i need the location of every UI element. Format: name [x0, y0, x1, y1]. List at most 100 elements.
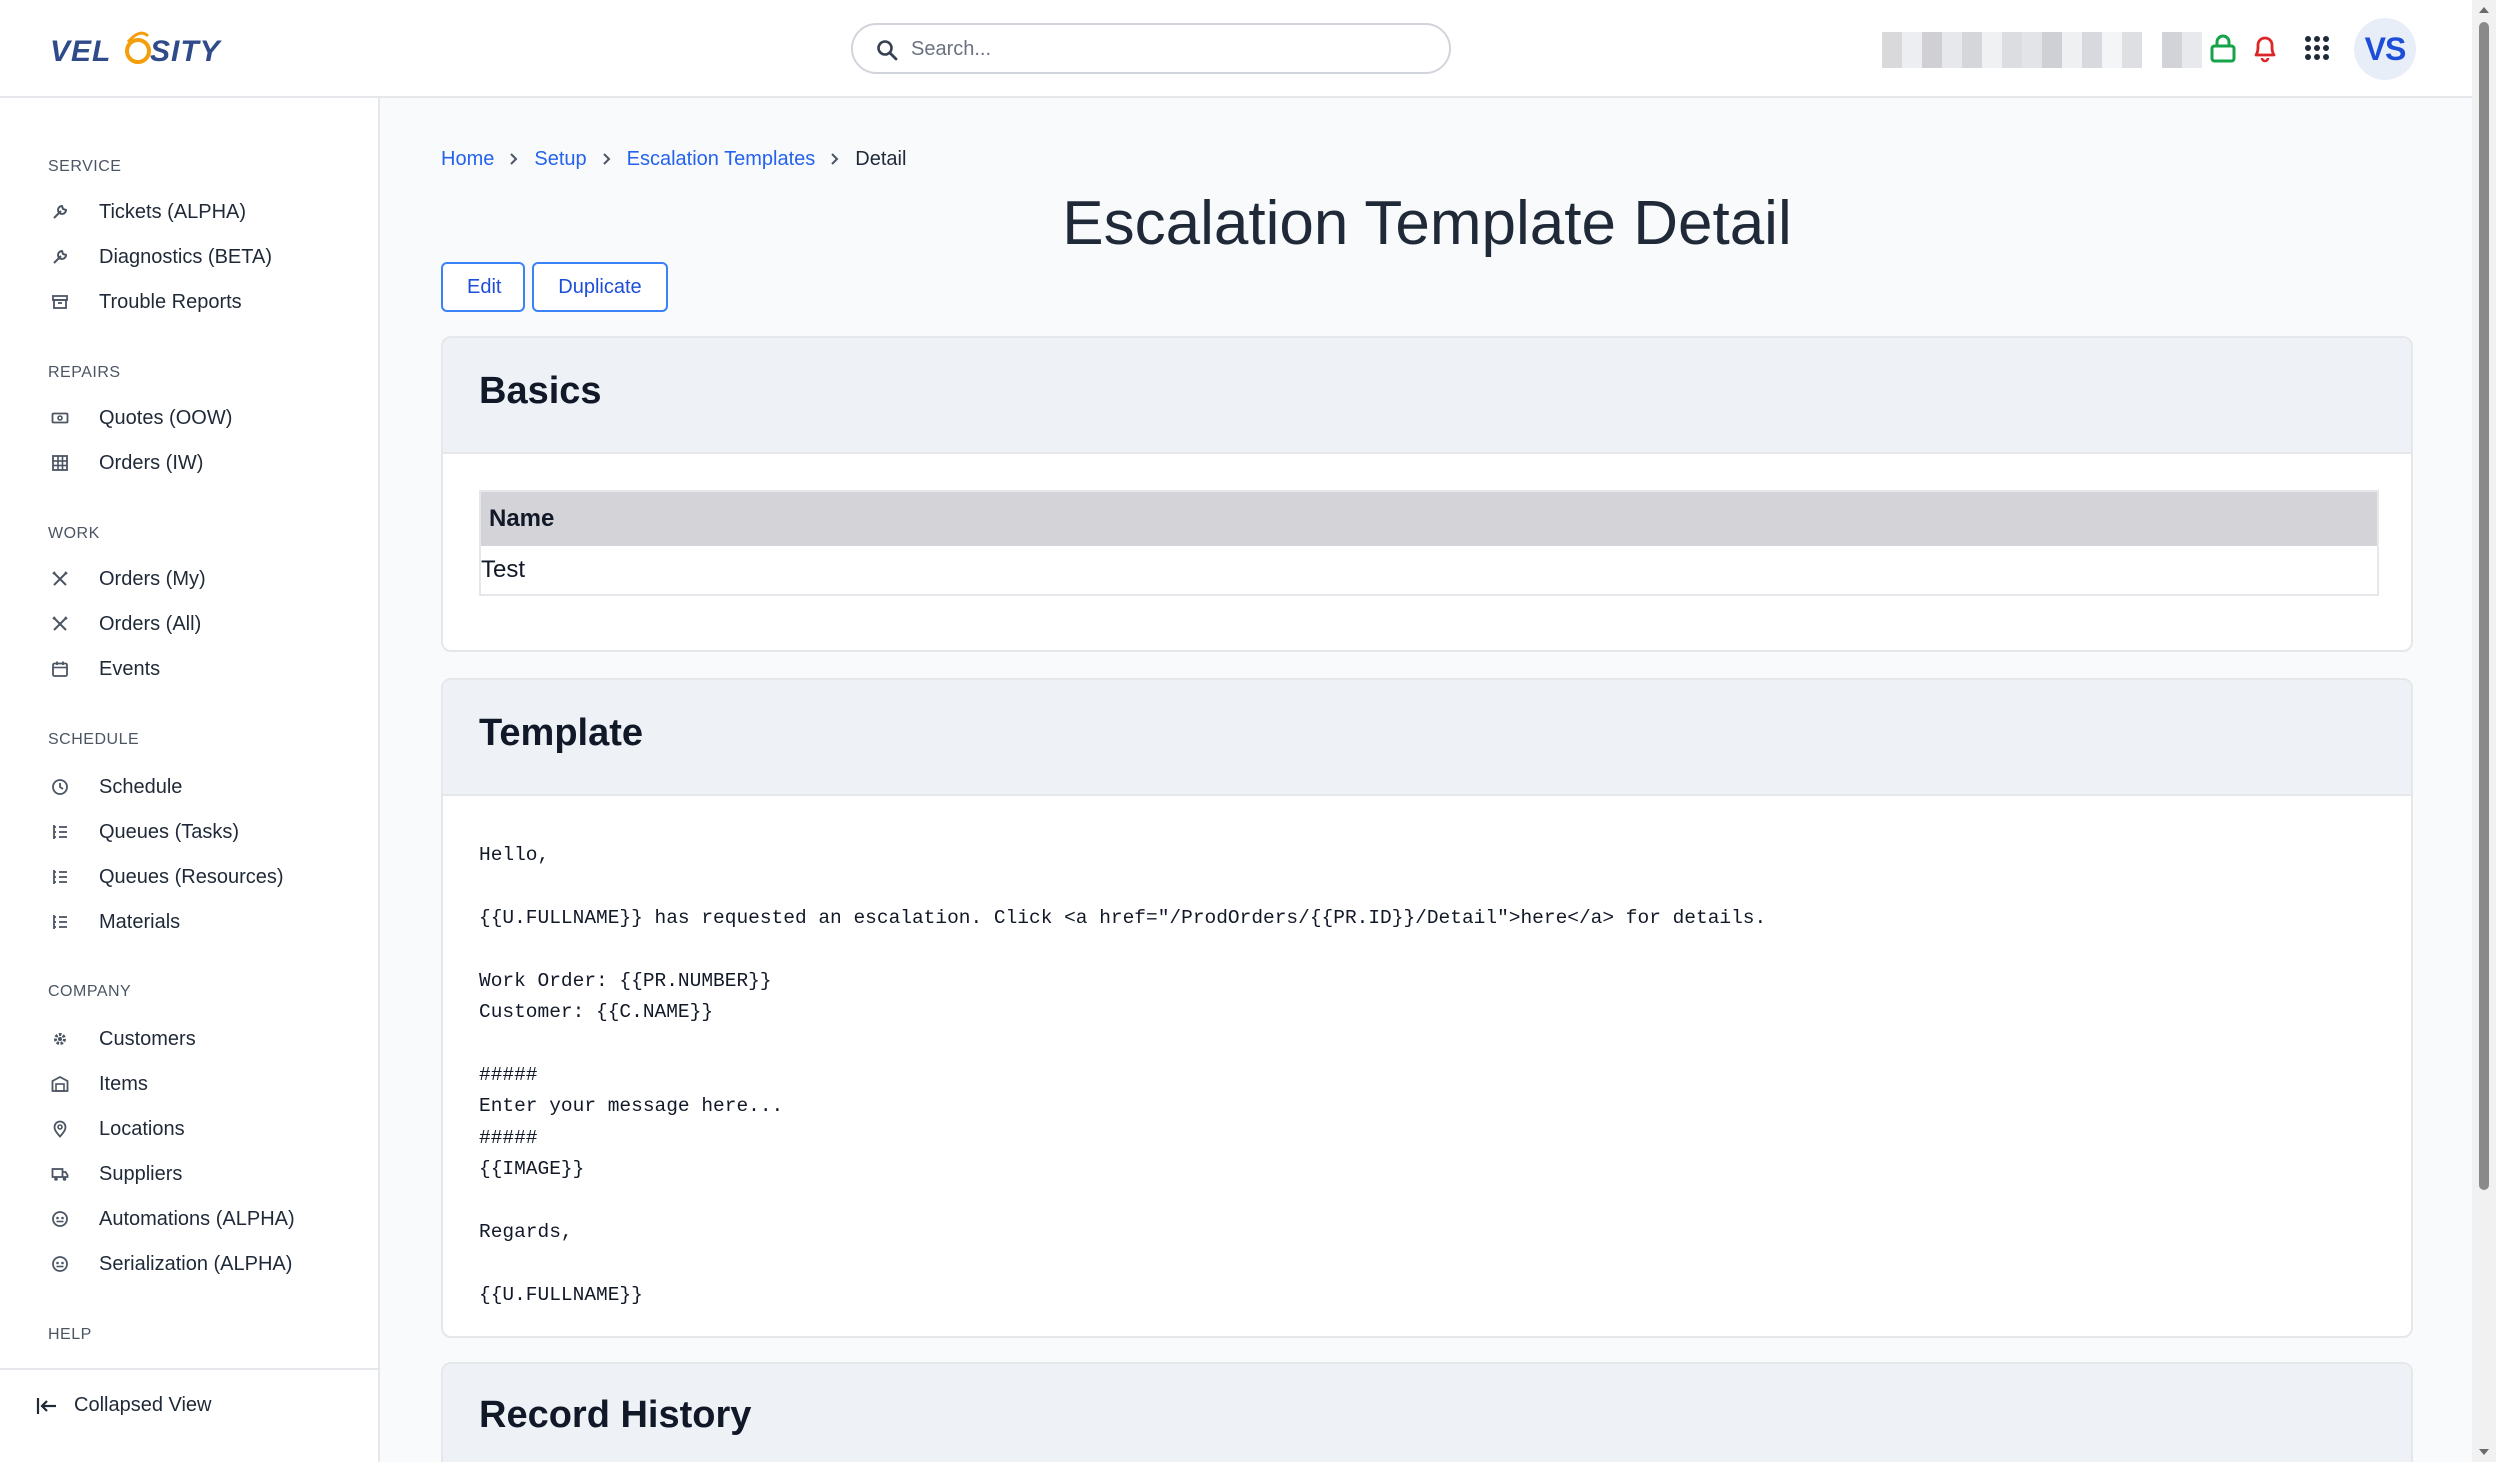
clock-icon	[48, 775, 72, 799]
collapsed-view-button[interactable]: Collapsed View	[36, 1394, 212, 1417]
search-icon	[877, 40, 898, 61]
breadcrumb-setup[interactable]: Setup	[534, 148, 586, 171]
section-heading: HELP	[48, 1326, 92, 1343]
sidebar-item-quotes[interactable]: Quotes (OOW)	[48, 398, 368, 438]
page-scrollbar[interactable]	[2472, 0, 2496, 1462]
sidebar-item-label: Suppliers	[99, 1162, 183, 1185]
breadcrumb-current: Detail	[855, 147, 907, 170]
sidebar-item-label: Materials	[99, 910, 181, 933]
sidebar-item-queues-resources[interactable]: Queues (Resources)	[48, 857, 368, 897]
wrench-icon	[48, 200, 72, 224]
name-column-header: Name	[481, 492, 2377, 546]
basics-card: Basics Name Test	[441, 336, 2413, 652]
bell-icon[interactable]	[2247, 30, 2283, 66]
section-heading: REPAIRS	[48, 364, 121, 381]
sidebar-item-label: Orders (IW)	[99, 451, 204, 474]
edit-button[interactable]: Edit	[441, 262, 525, 312]
cog-icon	[48, 1027, 72, 1051]
svg-text:SITY: SITY	[150, 35, 223, 68]
sidebar-item-label: Events	[99, 657, 161, 680]
template-title: Template	[479, 712, 644, 754]
sidebar-item-automations[interactable]: Automations (ALPHA)	[48, 1199, 368, 1239]
sidebar-item-events[interactable]: Events	[48, 649, 368, 689]
sidebar-item-label: Orders (All)	[99, 612, 202, 635]
apps-grid-icon[interactable]	[2299, 30, 2335, 66]
list-icon	[48, 820, 72, 844]
collapse-bar: Collapsed View	[0, 1368, 378, 1462]
redacted-user-info	[1882, 32, 2202, 68]
record-history-card: Record History	[441, 1362, 2413, 1462]
sidebar-item-locations[interactable]: Locations	[48, 1109, 368, 1149]
scroll-down-icon[interactable]	[2478, 1446, 2490, 1458]
sidebar-item-orders-all[interactable]: Orders (All)	[48, 604, 368, 644]
sidebar: SERVICE Tickets (ALPHA) Diagnostics (BET…	[0, 98, 380, 1462]
tools-icon	[48, 567, 72, 591]
sidebar-item-label: Items	[99, 1072, 148, 1095]
sidebar-item-label: Schedule	[99, 775, 183, 798]
robot-icon	[48, 1207, 72, 1231]
pin-icon	[48, 1117, 72, 1141]
breadcrumb-escalation-templates[interactable]: Escalation Templates	[627, 148, 816, 171]
sidebar-item-trouble-reports[interactable]: Trouble Reports	[48, 282, 368, 322]
search-box[interactable]	[851, 23, 1451, 74]
sidebar-item-materials[interactable]: Materials	[48, 902, 368, 942]
velosity-logo[interactable]: VEL SITY	[48, 26, 238, 72]
sidebar-item-label: Customers	[99, 1027, 196, 1050]
truck-icon	[48, 1162, 72, 1186]
basics-title: Basics	[479, 370, 602, 412]
sidebar-item-label: Serialization (ALPHA)	[99, 1252, 293, 1275]
wrench-icon	[48, 245, 72, 269]
robot-icon	[48, 1252, 72, 1276]
grid-icon	[48, 451, 72, 475]
sidebar-item-schedule[interactable]: Schedule	[48, 767, 368, 807]
calendar-icon	[48, 657, 72, 681]
list-icon	[48, 910, 72, 934]
logo-graphic: VEL SITY	[50, 31, 223, 68]
sidebar-item-diagnostics[interactable]: Diagnostics (BETA)	[48, 237, 368, 277]
sidebar-item-label: Quotes (OOW)	[99, 406, 233, 429]
search-input[interactable]	[911, 33, 1431, 65]
chevron-right-icon	[602, 152, 612, 166]
sidebar-item-customers[interactable]: Customers	[48, 1019, 368, 1059]
scrollbar-thumb[interactable]	[2479, 22, 2489, 1190]
sidebar-item-label: Queues (Tasks)	[99, 820, 240, 843]
money-icon	[48, 406, 72, 430]
top-header: VEL SITY Search... VS	[0, 0, 2472, 98]
record-history-title: Record History	[479, 1394, 752, 1436]
template-card: Template Hello, {{U.FULLNAME}} has reque…	[441, 678, 2413, 1338]
sidebar-item-suppliers[interactable]: Suppliers	[48, 1154, 368, 1194]
sidebar-item-label: Orders (My)	[99, 567, 206, 590]
sidebar-item-queues-tasks[interactable]: Queues (Tasks)	[48, 812, 368, 852]
sidebar-item-items[interactable]: Items	[48, 1064, 368, 1104]
user-avatar[interactable]: VS	[2354, 18, 2416, 80]
section-heading: COMPANY	[48, 983, 132, 1000]
sidebar-item-orders-my[interactable]: Orders (My)	[48, 559, 368, 599]
breadcrumb: Home Setup Escalation Templates Detail	[441, 144, 906, 174]
sidebar-item-serialization[interactable]: Serialization (ALPHA)	[48, 1244, 368, 1284]
chevron-right-icon	[830, 152, 840, 166]
sidebar-item-orders-iw[interactable]: Orders (IW)	[48, 443, 368, 483]
sidebar-item-tickets[interactable]: Tickets (ALPHA)	[48, 192, 368, 232]
sidebar-item-label: Automations (ALPHA)	[99, 1207, 295, 1230]
sidebar-item-label: Trouble Reports	[99, 290, 242, 313]
section-heading: SCHEDULE	[48, 731, 140, 748]
template-card-header: Template	[443, 680, 2411, 796]
breadcrumb-home[interactable]: Home	[441, 148, 494, 171]
sidebar-item-label: Tickets (ALPHA)	[99, 200, 247, 223]
chevron-right-icon	[509, 152, 519, 166]
scroll-up-icon[interactable]	[2478, 4, 2490, 16]
sidebar-item-label: Locations	[99, 1117, 185, 1140]
lock-icon[interactable]	[2205, 30, 2241, 66]
page-title: Escalation Template Detail	[1062, 189, 1792, 258]
warehouse-icon	[48, 1072, 72, 1096]
section-heading: SERVICE	[48, 158, 122, 175]
archive-icon	[48, 290, 72, 314]
collapse-left-icon	[36, 1395, 58, 1417]
duplicate-button[interactable]: Duplicate	[532, 262, 668, 312]
template-body-text: Hello, {{U.FULLNAME}} has requested an e…	[479, 844, 1767, 1306]
svg-text:VEL: VEL	[50, 35, 111, 68]
record-history-card-header: Record History	[443, 1364, 2411, 1462]
sidebar-item-label: Diagnostics (BETA)	[99, 245, 273, 268]
tools-icon	[48, 612, 72, 636]
section-heading: WORK	[48, 525, 100, 542]
